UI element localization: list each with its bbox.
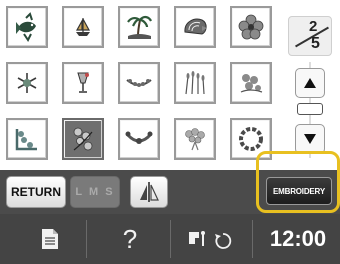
status-divider <box>86 220 87 258</box>
pattern-cell[interactable] <box>230 62 272 104</box>
seashell-embroidery-icon <box>184 18 207 35</box>
pattern-cell-selected[interactable] <box>62 118 104 160</box>
pattern-cell[interactable] <box>174 6 216 48</box>
scroll-thumb[interactable] <box>297 103 323 115</box>
pattern-cell[interactable] <box>62 6 104 48</box>
pattern-cell[interactable] <box>230 6 272 48</box>
wreath-embroidery-icon <box>239 127 263 151</box>
document-icon <box>42 229 58 249</box>
corner-floral-embroidery-icon <box>15 129 37 151</box>
clock-time: 12:00 <box>269 226 327 251</box>
pattern-cell[interactable] <box>174 118 216 160</box>
pattern-cell[interactable] <box>118 6 160 48</box>
pattern-cell[interactable] <box>6 6 48 48</box>
fish-embroidery-icon <box>16 12 36 42</box>
pattern-cell[interactable] <box>174 62 216 104</box>
triangle-up-icon <box>304 78 316 88</box>
bouquet-embroidery-icon <box>185 128 205 151</box>
snowflake-embroidery-icon <box>17 73 37 93</box>
palm-island-embroidery-icon <box>127 15 152 39</box>
bobbin-winding-icon <box>189 231 232 249</box>
bobbin-status[interactable] <box>180 218 240 260</box>
embroidery-button[interactable]: EMBROIDERY <box>266 177 332 205</box>
sailboat-embroidery-icon <box>75 18 91 36</box>
glass-embroidery-icon <box>77 72 89 93</box>
pattern-cell[interactable] <box>6 118 48 160</box>
pattern-cell[interactable] <box>62 62 104 104</box>
clock: 12:00 <box>262 218 334 260</box>
page-total: 5 <box>311 35 320 52</box>
scroll-up-button[interactable] <box>295 68 325 98</box>
pattern-cell[interactable] <box>118 118 160 160</box>
hibiscus-embroidery-icon <box>238 14 264 40</box>
mirror-button[interactable] <box>130 176 168 208</box>
page-indicator: 2 5 <box>288 16 332 56</box>
status-bar: ? 12:00 <box>0 214 340 264</box>
embroidery-screen: 2 5 RETURN L M S EMBROIDERY ? 12:00 <box>0 0 340 264</box>
triangle-down-icon <box>304 134 316 144</box>
garland-embroidery-icon <box>126 79 152 87</box>
pattern-grid <box>4 4 284 174</box>
mirror-icon <box>140 182 159 202</box>
help-button[interactable]: ? <box>110 218 150 260</box>
lms-size-button[interactable]: L M S <box>70 176 120 208</box>
pattern-cell[interactable] <box>118 62 160 104</box>
help-icon: ? <box>122 223 138 254</box>
scroll-down-button[interactable] <box>295 124 325 154</box>
wheat-embroidery-icon <box>185 71 205 95</box>
swag-embroidery-icon <box>125 131 153 144</box>
floral-spray-embroidery-icon <box>240 74 263 93</box>
status-divider <box>252 220 253 258</box>
status-divider <box>170 220 171 258</box>
document-button[interactable] <box>30 218 70 260</box>
selected-floral-embroidery-icon <box>73 127 93 151</box>
pattern-cell[interactable] <box>6 62 48 104</box>
return-button[interactable]: RETURN <box>6 176 66 208</box>
